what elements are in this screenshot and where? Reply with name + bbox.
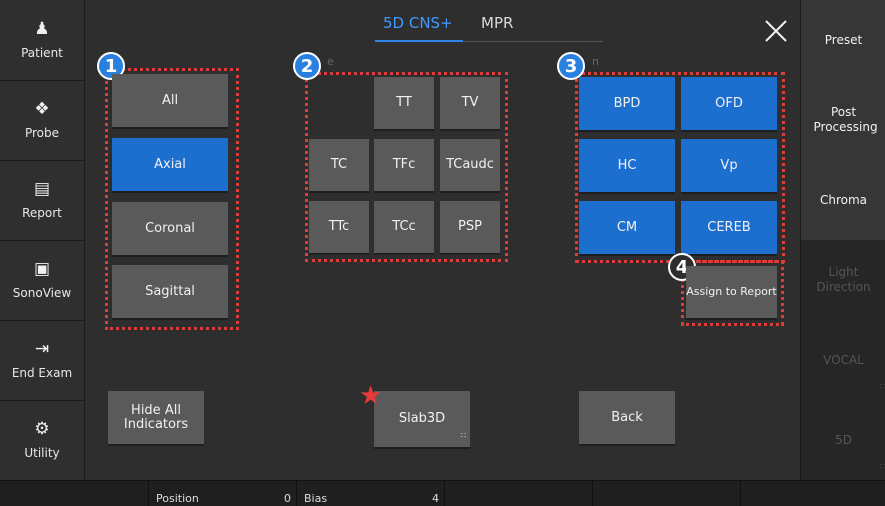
document-icon: ▤ bbox=[33, 179, 51, 199]
chroma-button[interactable]: Chroma bbox=[801, 160, 885, 241]
active-tab-indicator bbox=[375, 40, 463, 42]
grip-icon: ∷ bbox=[460, 431, 466, 440]
plane-axial-button[interactable]: Axial bbox=[112, 138, 228, 191]
badge-3: 3 bbox=[557, 52, 585, 80]
bottom-cell bbox=[740, 481, 885, 506]
badge-2: 2 bbox=[293, 52, 321, 80]
nav-utility-label: Utility bbox=[24, 446, 60, 460]
view-tcaudc-button[interactable]: TCaudc bbox=[440, 139, 500, 191]
measure-group-partial-label: n bbox=[592, 55, 599, 68]
post-processing-label: Post Processing bbox=[813, 105, 878, 134]
main-panel: 5D CNS+ MPR 1 All Axial Coronal Sagittal… bbox=[85, 0, 800, 480]
bias-label: Bias bbox=[304, 492, 328, 505]
measure-vp-button[interactable]: Vp bbox=[681, 139, 777, 192]
view-tc-button[interactable]: TC bbox=[309, 139, 369, 191]
position-control[interactable]: Position 0 bbox=[148, 481, 297, 506]
nav-report[interactable]: ▤ Report bbox=[0, 160, 84, 241]
nav-sonoview-label: SonoView bbox=[12, 286, 72, 300]
nav-patient[interactable]: ♟ Patient bbox=[0, 0, 84, 81]
position-value: 0 bbox=[284, 492, 291, 505]
plane-coronal-button[interactable]: Coronal bbox=[112, 202, 228, 255]
tab-5d-cns[interactable]: 5D CNS+ bbox=[383, 14, 453, 32]
vocal-button: VOCAL ∷ bbox=[801, 320, 885, 401]
view-tv-button[interactable]: TV bbox=[440, 77, 500, 129]
view-psp-button[interactable]: PSP bbox=[440, 201, 500, 253]
exit-icon: ⇥ bbox=[34, 339, 50, 359]
nav-sonoview[interactable]: ▣ SonoView bbox=[0, 240, 84, 321]
position-label: Position bbox=[156, 492, 199, 505]
assign-to-report-button[interactable]: Assign to Report bbox=[686, 266, 777, 318]
measure-bpd-button[interactable]: BPD bbox=[579, 77, 675, 130]
bias-control[interactable]: Bias 4 bbox=[296, 481, 445, 506]
close-icon[interactable] bbox=[760, 15, 792, 47]
back-button[interactable]: Back bbox=[579, 391, 675, 444]
measure-cereb-button[interactable]: CEREB bbox=[681, 201, 777, 254]
nav-end-exam-label: End Exam bbox=[11, 366, 73, 380]
5d-button: 5D ∷ bbox=[801, 400, 885, 481]
person-icon: ♟ bbox=[34, 19, 50, 39]
view-tcc-button[interactable]: TCc bbox=[374, 201, 434, 253]
hide-all-indicators-label: Hide All Indicators bbox=[123, 402, 189, 432]
nav-end-exam[interactable]: ⇥ End Exam bbox=[0, 320, 84, 401]
gear-icon: ⚙ bbox=[34, 419, 50, 439]
view-group-partial-label: e bbox=[327, 55, 334, 68]
post-processing-button[interactable]: Post Processing bbox=[801, 80, 885, 161]
5d-label: 5D bbox=[835, 432, 852, 447]
nav-utility[interactable]: ⚙ Utility bbox=[0, 400, 84, 481]
star-icon: ★ bbox=[359, 381, 383, 411]
bottom-cell bbox=[0, 481, 149, 506]
view-tt-button[interactable]: TT bbox=[374, 77, 434, 129]
tab-bar: 5D CNS+ MPR bbox=[375, 14, 607, 44]
left-sidebar: ♟ Patient ❖ Probe ▤ Report ▣ SonoView ⇥ … bbox=[0, 0, 85, 481]
light-direction-label: Light Direction bbox=[816, 265, 871, 294]
image-search-icon: ▣ bbox=[33, 259, 51, 279]
nav-probe-label: Probe bbox=[24, 126, 60, 140]
probe-icon: ❖ bbox=[34, 99, 50, 119]
slab3d-button[interactable]: Slab3D ∷ bbox=[374, 391, 470, 447]
vocal-label: VOCAL bbox=[823, 352, 864, 367]
tab-divider bbox=[463, 41, 603, 42]
tab-mpr[interactable]: MPR bbox=[481, 14, 513, 32]
slab3d-label: Slab3D bbox=[398, 411, 446, 426]
grip-icon: ∷ bbox=[879, 462, 885, 471]
bias-value: 4 bbox=[432, 492, 439, 505]
nav-report-label: Report bbox=[22, 206, 62, 220]
view-tfc-button[interactable]: TFc bbox=[374, 139, 434, 191]
bottom-cell bbox=[592, 481, 741, 506]
measure-ofd-button[interactable]: OFD bbox=[681, 77, 777, 130]
nav-patient-label: Patient bbox=[21, 46, 63, 60]
plane-all-button[interactable]: All bbox=[112, 74, 228, 127]
preset-button[interactable]: Preset bbox=[801, 0, 885, 81]
nav-probe[interactable]: ❖ Probe bbox=[0, 80, 84, 161]
view-ttc-button[interactable]: TTc bbox=[309, 201, 369, 253]
hide-all-indicators-button[interactable]: Hide All Indicators bbox=[108, 391, 204, 444]
plane-sagittal-button[interactable]: Sagittal bbox=[112, 265, 228, 318]
bottom-control-bar: Position 0 Bias 4 bbox=[0, 480, 885, 506]
bottom-cell bbox=[444, 481, 593, 506]
light-direction-button: Light Direction bbox=[801, 240, 885, 321]
measure-cm-button[interactable]: CM bbox=[579, 201, 675, 254]
right-sidebar: Preset Post Processing Chroma Light Dire… bbox=[800, 0, 885, 481]
measure-hc-button[interactable]: HC bbox=[579, 139, 675, 192]
grip-icon: ∷ bbox=[879, 382, 885, 391]
